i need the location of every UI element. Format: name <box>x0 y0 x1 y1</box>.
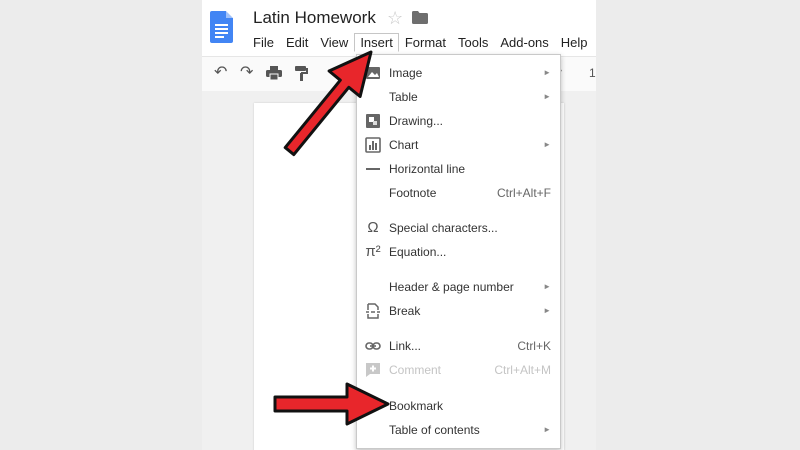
red-arrow-icon <box>273 382 390 426</box>
